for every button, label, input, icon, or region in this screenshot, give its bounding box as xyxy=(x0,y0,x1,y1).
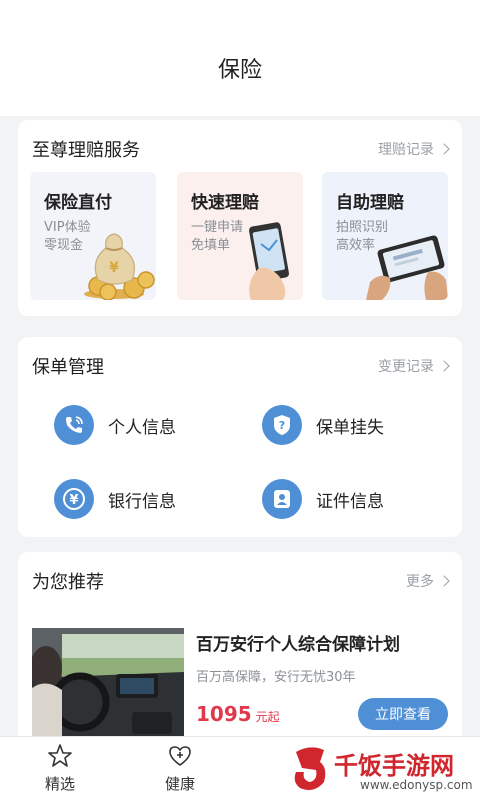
product-price: 1095 元起 xyxy=(196,702,280,726)
heart-plus-icon xyxy=(169,746,191,766)
recommend-card: 为您推荐 更多 百万安行个人综合保障计划 百万高保障，安行无忧30年 1095 … xyxy=(18,552,462,752)
policy-loss-report-label: 保单挂失 xyxy=(316,417,384,438)
chevron-right-icon xyxy=(438,575,450,587)
coins-bag-icon: ¥ xyxy=(84,233,155,300)
shield-question-icon: ? xyxy=(262,405,302,445)
price-unit: 元起 xyxy=(255,710,280,724)
yen-icon: ¥ xyxy=(54,479,94,519)
claims-service-card: 至尊理赔服务 理赔记录 保险直付 VIP体验 零现金 ¥ 快速理赔 一键申请 免… xyxy=(18,120,462,316)
service-desc: 一键申请 xyxy=(191,220,244,235)
change-record-label: 变更记录 xyxy=(378,359,434,375)
policy-loss-report-item[interactable]: ? 保单挂失 xyxy=(262,405,384,445)
bank-info-label: 银行信息 xyxy=(108,491,176,512)
service-name: 快速理赔 xyxy=(191,193,259,213)
tab-label: 精选 xyxy=(44,775,75,793)
product-title[interactable]: 百万安行个人综合保障计划 xyxy=(196,630,400,655)
page-title: 保险 xyxy=(217,58,262,83)
view-now-button[interactable]: 立即查看 xyxy=(358,698,448,730)
claims-record-label: 理赔记录 xyxy=(378,142,434,158)
star-icon xyxy=(48,744,72,767)
tab-featured[interactable]: 精选 xyxy=(30,743,90,794)
price-value: 1095 xyxy=(196,702,252,726)
svg-text:¥: ¥ xyxy=(109,260,119,276)
policy-management-card: 保单管理 变更记录 个人信息 ? 保单挂失 ¥ 银行信息 证件信息 xyxy=(18,337,462,537)
watermark-url: www.edonysp.com xyxy=(360,778,473,792)
watermark: 千饭手游网 www.edonysp.com xyxy=(290,742,480,800)
service-desc: 免填单 xyxy=(191,238,231,253)
service-direct-pay[interactable]: 保险直付 VIP体验 零现金 ¥ xyxy=(30,172,156,300)
phone-hand-icon xyxy=(249,222,289,300)
claims-record-link[interactable]: 理赔记录 xyxy=(378,139,450,159)
personal-info-label: 个人信息 xyxy=(108,417,176,438)
top-header: 保险 xyxy=(0,0,480,116)
service-name: 保险直付 xyxy=(44,193,112,213)
svg-text:¥: ¥ xyxy=(69,493,78,508)
recommend-card-header: 为您推荐 更多 xyxy=(32,566,450,596)
change-record-link[interactable]: 变更记录 xyxy=(378,356,450,376)
watermark-logo-icon xyxy=(294,747,326,790)
tab-label: 健康 xyxy=(164,775,195,793)
service-desc: 零现金 xyxy=(44,238,84,253)
policy-card-header: 保单管理 变更记录 xyxy=(32,351,450,381)
recommend-card-title: 为您推荐 xyxy=(32,572,104,593)
personal-info-item[interactable]: 个人信息 xyxy=(54,405,176,445)
tab-health[interactable]: 健康 xyxy=(150,743,210,794)
chevron-right-icon xyxy=(438,360,450,372)
service-name: 自助理赔 xyxy=(336,193,404,213)
policy-card-title: 保单管理 xyxy=(32,357,104,378)
watermark-text: 千饭手游网 xyxy=(334,752,454,780)
service-fast-claim[interactable]: 快速理赔 一键申请 免填单 xyxy=(177,172,303,300)
chevron-right-icon xyxy=(438,143,450,155)
product-subtitle: 百万高保障，安行无忧30年 xyxy=(196,670,356,685)
id-person-icon xyxy=(262,479,302,519)
phone-photo-icon xyxy=(366,235,448,300)
more-label: 更多 xyxy=(406,574,434,590)
claims-card-header: 至尊理赔服务 理赔记录 xyxy=(32,134,450,164)
id-doc-info-item[interactable]: 证件信息 xyxy=(262,479,384,519)
id-doc-info-label: 证件信息 xyxy=(316,491,384,512)
bank-info-item[interactable]: ¥ 银行信息 xyxy=(54,479,176,519)
more-link[interactable]: 更多 xyxy=(406,571,450,591)
phone-call-icon xyxy=(54,405,94,445)
product-image[interactable] xyxy=(32,628,184,740)
service-self-claim[interactable]: 自助理赔 拍照识别 高效率 xyxy=(322,172,448,300)
claims-card-title: 至尊理赔服务 xyxy=(32,140,140,161)
svg-text:?: ? xyxy=(279,419,285,432)
